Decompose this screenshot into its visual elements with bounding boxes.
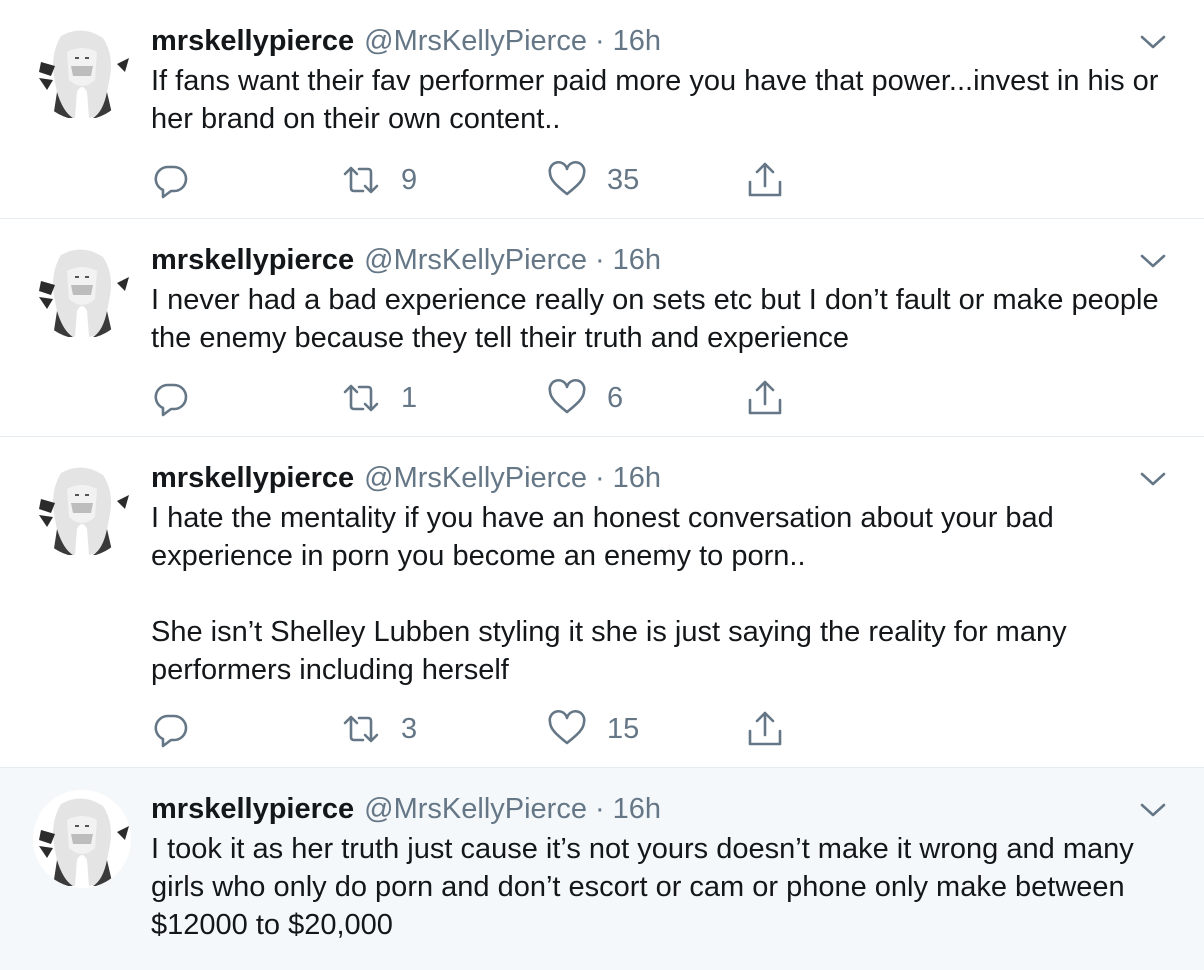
- tweet-highlighted[interactable]: mrskellypierce @MrsKellyPierce · 16h I t…: [0, 768, 1204, 970]
- tweet-actions: 3 15: [151, 709, 1204, 749]
- user-handle[interactable]: @MrsKellyPierce: [364, 241, 587, 279]
- tweet-header: mrskellypierce @MrsKellyPierce · 16h: [151, 790, 1164, 828]
- retweet-count: 9: [401, 163, 418, 196]
- avatar[interactable]: [33, 790, 131, 888]
- like-count: 35: [607, 163, 640, 196]
- share-icon: [748, 380, 782, 415]
- reply-icon: [154, 383, 188, 417]
- user-handle[interactable]: @MrsKellyPierce: [364, 22, 587, 60]
- tweet-actions: 9 35: [151, 160, 1204, 200]
- retweet-button[interactable]: 1: [341, 378, 417, 418]
- retweet-count: 1: [401, 381, 418, 414]
- chevron-down-icon[interactable]: [1138, 251, 1168, 271]
- like-button[interactable]: 35: [547, 160, 639, 200]
- separator-dot: ·: [594, 462, 605, 494]
- timestamp[interactable]: 16h: [613, 790, 661, 828]
- tweet-text: I hate the mentality if you have an hone…: [151, 499, 1164, 689]
- like-count: 15: [607, 712, 640, 745]
- retweet-icon: [343, 384, 379, 412]
- heart-icon: [548, 709, 586, 745]
- share-button[interactable]: [745, 709, 785, 749]
- display-name[interactable]: mrskellypierce: [151, 459, 354, 497]
- tweet-text: I took it as her truth just cause it’s n…: [151, 830, 1164, 944]
- tweet-text: If fans want their fav performer paid mo…: [151, 62, 1164, 138]
- like-button[interactable]: 6: [547, 378, 623, 418]
- heart-icon: [548, 378, 586, 414]
- avatar-image: [33, 790, 131, 888]
- tweet-paragraph: If fans want their fav performer paid mo…: [151, 65, 1159, 135]
- retweet-icon: [343, 166, 379, 194]
- display-name[interactable]: mrskellypierce: [151, 790, 354, 828]
- chevron-down-icon[interactable]: [1138, 800, 1168, 820]
- reply-icon: [154, 165, 188, 199]
- share-button[interactable]: [745, 160, 785, 200]
- tweet-header: mrskellypierce @MrsKellyPierce · 16h: [151, 241, 1164, 279]
- avatar[interactable]: [33, 241, 131, 339]
- tweet-actions: 1 6: [151, 378, 1204, 418]
- share-button[interactable]: [745, 378, 785, 418]
- reply-button[interactable]: [151, 709, 191, 749]
- tweet-paragraph: She isn’t Shelley Lubben styling it she …: [151, 616, 1067, 686]
- chevron-down-icon[interactable]: [1138, 32, 1168, 52]
- reply-icon: [154, 714, 188, 748]
- avatar-image: [33, 459, 131, 557]
- separator-dot: ·: [594, 25, 605, 57]
- tweet-paragraph: I never had a bad experience really on s…: [151, 284, 1159, 354]
- chevron-down-icon[interactable]: [1138, 469, 1168, 489]
- user-handle[interactable]: @MrsKellyPierce: [364, 790, 587, 828]
- tweet-header: mrskellypierce @MrsKellyPierce · 16h: [151, 22, 1164, 60]
- tweet[interactable]: mrskellypierce @MrsKellyPierce · 16h If …: [0, 0, 1204, 219]
- timestamp[interactable]: 16h: [613, 459, 661, 497]
- avatar[interactable]: [33, 459, 131, 557]
- share-icon: [748, 162, 782, 197]
- user-handle[interactable]: @MrsKellyPierce: [364, 459, 587, 497]
- retweet-icon: [343, 715, 379, 743]
- tweet-text: I never had a bad experience really on s…: [151, 281, 1164, 357]
- timestamp[interactable]: 16h: [613, 22, 661, 60]
- separator-dot: ·: [594, 244, 605, 276]
- tweet-header: mrskellypierce @MrsKellyPierce · 16h: [151, 459, 1164, 497]
- tweet-timeline: mrskellypierce @MrsKellyPierce · 16h If …: [0, 0, 1204, 970]
- retweet-button[interactable]: 9: [341, 160, 417, 200]
- retweet-button[interactable]: 3: [341, 709, 417, 749]
- avatar-image: [33, 241, 131, 339]
- separator-dot: ·: [594, 793, 605, 825]
- avatar[interactable]: [33, 22, 131, 120]
- timestamp[interactable]: 16h: [613, 241, 661, 279]
- like-count: 6: [607, 381, 624, 414]
- tweet[interactable]: mrskellypierce @MrsKellyPierce · 16h I h…: [0, 437, 1204, 768]
- tweet-paragraph: I hate the mentality if you have an hone…: [151, 502, 1054, 572]
- reply-button[interactable]: [151, 378, 191, 418]
- reply-button[interactable]: [151, 160, 191, 200]
- tweet-paragraph: I took it as her truth just cause it’s n…: [151, 833, 1134, 941]
- like-button[interactable]: 15: [547, 709, 639, 749]
- avatar-image: [33, 22, 131, 120]
- share-icon: [748, 711, 782, 746]
- retweet-count: 3: [401, 712, 418, 745]
- display-name[interactable]: mrskellypierce: [151, 22, 354, 60]
- tweet[interactable]: mrskellypierce @MrsKellyPierce · 16h I n…: [0, 219, 1204, 437]
- display-name[interactable]: mrskellypierce: [151, 241, 354, 279]
- heart-icon: [548, 160, 586, 196]
